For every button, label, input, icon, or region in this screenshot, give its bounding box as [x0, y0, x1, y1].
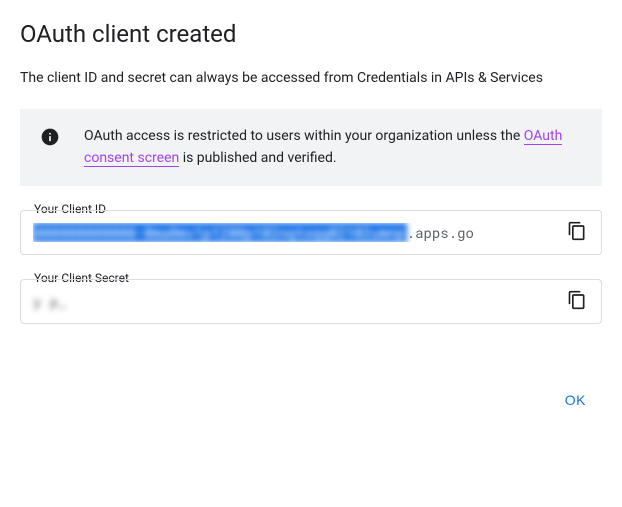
info-text-after: is published and verified. — [179, 150, 336, 166]
copy-icon — [567, 221, 587, 244]
client-id-value-box[interactable]: 000000000000-0ma0mv1p1200p102nqtoqq02102… — [20, 210, 602, 255]
ok-button[interactable]: OK — [549, 384, 602, 416]
client-secret-field: Your Client Secret y p_ — [20, 279, 602, 324]
client-secret-value: y p_ — [33, 292, 67, 311]
dialog-actions: OK — [20, 384, 602, 416]
client-id-value: 000000000000-0ma0mv1p1200p102nqtoqq02102… — [33, 223, 474, 242]
client-id-field: Your Client ID 000000000000-0ma0mv1p1200… — [20, 210, 602, 255]
copy-icon — [567, 290, 587, 313]
dialog-description: The client ID and secret can always be a… — [20, 68, 602, 89]
info-icon — [40, 127, 60, 147]
info-text: OAuth access is restricted to users with… — [84, 125, 586, 170]
copy-client-secret-button[interactable] — [561, 285, 593, 317]
copy-client-id-button[interactable] — [561, 216, 593, 248]
info-text-before: OAuth access is restricted to users with… — [84, 128, 524, 144]
dialog-title: OAuth client created — [20, 20, 602, 48]
info-banner: OAuth access is restricted to users with… — [20, 109, 602, 186]
client-secret-value-box[interactable]: y p_ — [20, 279, 602, 324]
